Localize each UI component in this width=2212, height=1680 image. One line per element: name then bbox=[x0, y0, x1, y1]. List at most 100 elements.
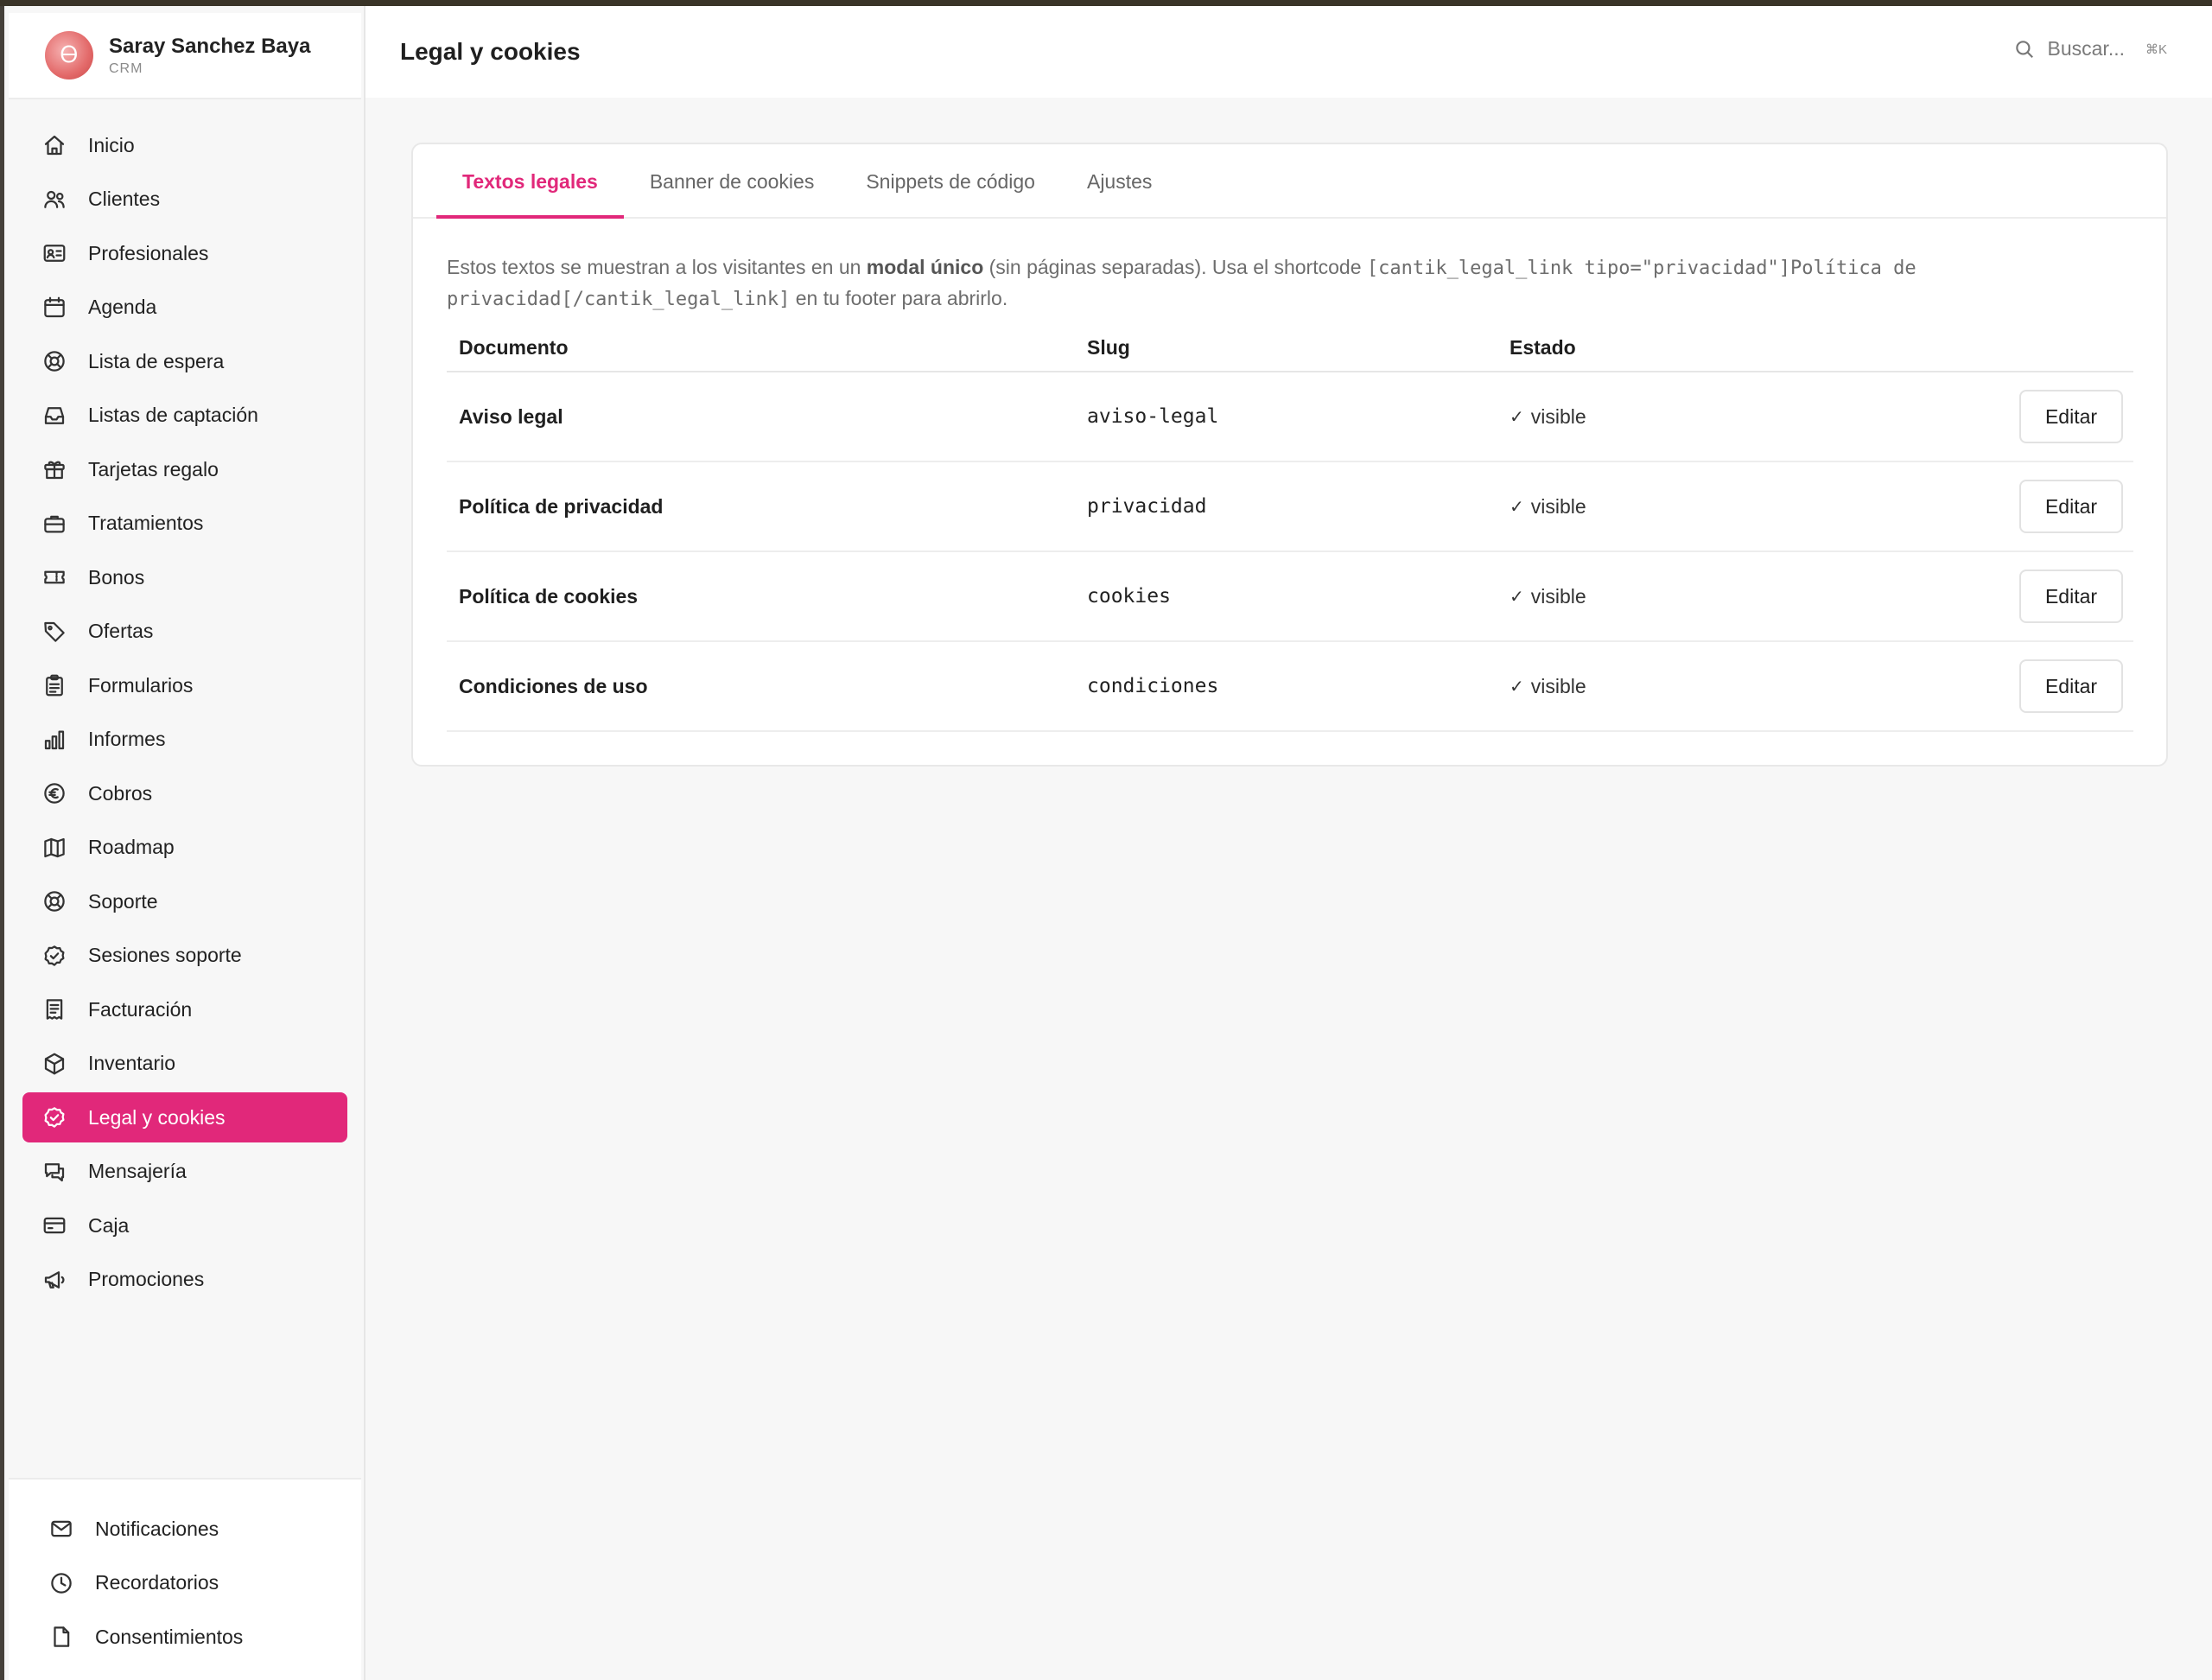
sidebar-item-label: Ofertas bbox=[88, 620, 154, 642]
sidebar-item-label: Legal y cookies bbox=[88, 1105, 226, 1129]
sidebar-item-consentimientos[interactable]: Consentimientos bbox=[9, 1612, 361, 1662]
sidebar-item-bonos[interactable]: Bonos bbox=[22, 552, 347, 602]
receipt-icon bbox=[40, 995, 69, 1024]
page-title: Legal y cookies bbox=[400, 38, 581, 65]
ticket-icon bbox=[40, 563, 69, 592]
sidebar-item-informes[interactable]: Informes bbox=[22, 715, 347, 765]
sidebar-item-label: Clientes bbox=[88, 188, 161, 210]
edit-button[interactable]: Editar bbox=[2019, 390, 2123, 443]
header-estado: Estado bbox=[1510, 335, 1576, 359]
check-icon: ✓ bbox=[1510, 407, 1524, 427]
profile-header[interactable]: Ꮎ Saray Sanchez Baya CRM bbox=[9, 13, 361, 99]
search-icon bbox=[2015, 40, 2033, 58]
sidebar-item-clientes[interactable]: Clientes bbox=[22, 175, 347, 225]
sidebar-item-label: Agenda bbox=[88, 296, 157, 318]
sidebar-item-label: Formularios bbox=[88, 673, 194, 697]
document-slug: cookies bbox=[1087, 585, 1171, 608]
sidebar-item-soporte[interactable]: Soporte bbox=[22, 876, 347, 926]
sidebar-item-cobros[interactable]: Cobros bbox=[22, 768, 347, 818]
box-icon bbox=[40, 1049, 69, 1079]
documents-table: Documento Slug Estado Aviso legal aviso-l… bbox=[447, 324, 2133, 732]
sidebar-item-notificaciones[interactable]: Notificaciones bbox=[9, 1504, 361, 1554]
chat-icon bbox=[40, 1157, 69, 1187]
document-name: Política de privacidad bbox=[459, 494, 664, 518]
sidebar-item-sesiones-soporte[interactable]: Sesiones soporte bbox=[22, 931, 347, 981]
sidebar-item-inicio[interactable]: Inicio bbox=[22, 120, 347, 170]
home-icon bbox=[40, 130, 69, 160]
sidebar-item-label: Inicio bbox=[88, 133, 135, 156]
status-text: visible bbox=[1530, 494, 1586, 518]
status-text: visible bbox=[1530, 674, 1586, 697]
sidebar-item-ofertas[interactable]: Ofertas bbox=[22, 607, 347, 657]
status-badge: ✓ visible bbox=[1510, 495, 1586, 519]
top-header: Legal y cookies Buscar... ⌘K bbox=[365, 6, 2212, 98]
description: Estos textos se muestran a los visitante… bbox=[447, 252, 2132, 315]
tab-ajustes[interactable]: Ajustes bbox=[1061, 144, 1178, 219]
tag-icon bbox=[40, 617, 69, 646]
edit-button[interactable]: Editar bbox=[2019, 570, 2123, 623]
sidebar-item-promociones[interactable]: Promociones bbox=[22, 1255, 347, 1305]
sidebar-item-mensajeria[interactable]: Mensajería bbox=[22, 1147, 347, 1197]
status-text: visible bbox=[1530, 584, 1586, 608]
id-card-icon bbox=[40, 239, 69, 268]
status-badge: ✓ visible bbox=[1510, 405, 1586, 429]
check-icon: ✓ bbox=[1510, 587, 1524, 607]
check-icon: ✓ bbox=[1510, 497, 1524, 517]
profile-subtitle: CRM bbox=[109, 60, 143, 76]
sidebar-item-profesionales[interactable]: Profesionales bbox=[22, 228, 347, 278]
sidebar-item-label: Mensajería bbox=[88, 1160, 187, 1182]
tab-snippets-de-codigo[interactable]: Snippets de código bbox=[840, 144, 1061, 219]
sidebar-item-roadmap[interactable]: Roadmap bbox=[22, 823, 347, 873]
sidebar-item-label: Promociones bbox=[88, 1268, 205, 1290]
tab-banner-de-cookies[interactable]: Banner de cookies bbox=[624, 144, 841, 219]
sidebar-item-listas-de-captacion[interactable]: Listas de captación bbox=[22, 391, 347, 441]
sidebar-item-formularios[interactable]: Formularios bbox=[22, 660, 347, 710]
edit-button[interactable]: Editar bbox=[2019, 659, 2123, 713]
map-icon bbox=[40, 833, 69, 862]
sidebar-item-agenda[interactable]: Agenda bbox=[22, 283, 347, 333]
sidebar-item-caja[interactable]: Caja bbox=[22, 1200, 347, 1250]
tab-bar: Textos legales Banner de cookies Snippets … bbox=[436, 144, 1178, 219]
sidebar-item-label: Informes bbox=[88, 728, 166, 750]
sidebar-item-tratamientos[interactable]: Tratamientos bbox=[22, 499, 347, 549]
header-documento: Documento bbox=[459, 335, 569, 359]
sidebar-item-recordatorios[interactable]: Recordatorios bbox=[9, 1558, 361, 1608]
table-row: Aviso legal aviso-legal ✓ visible Editar bbox=[447, 372, 2133, 462]
sidebar-item-label: Profesionales bbox=[88, 241, 209, 264]
sidebar-item-label: Caja bbox=[88, 1213, 130, 1237]
sidebar-item-lista-de-espera[interactable]: Lista de espera bbox=[22, 336, 347, 386]
search-box[interactable]: Buscar... ⌘K bbox=[2013, 37, 2167, 60]
lifebuoy-icon bbox=[40, 347, 69, 376]
sidebar-item-label: Tarjetas regalo bbox=[88, 457, 219, 480]
tab-textos-legales[interactable]: Textos legales bbox=[436, 144, 624, 219]
sidebar-item-facturacion[interactable]: Facturación bbox=[22, 984, 347, 1034]
document-slug: aviso-legal bbox=[1087, 405, 1219, 428]
table-body: Aviso legal aviso-legal ✓ visible Editar Polí… bbox=[447, 372, 2133, 732]
sidebar-item-inventario[interactable]: Inventario bbox=[22, 1039, 347, 1089]
sidebar-item-legal-y-cookies[interactable]: Legal y cookies bbox=[22, 1092, 347, 1142]
profile-name: Saray Sanchez Baya bbox=[109, 34, 311, 58]
badge-check-icon bbox=[40, 941, 69, 970]
edit-button[interactable]: Editar bbox=[2019, 480, 2123, 533]
sidebar-item-tarjetas-regalo[interactable]: Tarjetas regalo bbox=[22, 444, 347, 494]
sidebar-item-label: Listas de captación bbox=[88, 404, 258, 426]
mail-icon bbox=[47, 1514, 76, 1543]
profile-text: Saray Sanchez Baya CRM bbox=[109, 35, 310, 77]
credit-card-icon bbox=[40, 1211, 69, 1240]
file-icon bbox=[47, 1622, 76, 1651]
badge-check-icon bbox=[40, 1103, 69, 1132]
status-badge: ✓ visible bbox=[1510, 585, 1586, 608]
megaphone-icon bbox=[40, 1265, 69, 1295]
description-bold: modal único bbox=[866, 256, 984, 278]
sidebar-item-label: Consentimientos bbox=[95, 1625, 244, 1648]
sidebar-item-label: Soporte bbox=[88, 889, 158, 913]
table-row: Política de privacidad privacidad ✓ visible… bbox=[447, 462, 2133, 552]
check-icon: ✓ bbox=[1510, 677, 1524, 697]
sidebar-bottom-panel: Notificaciones Recordatorios Consentimient… bbox=[9, 1478, 361, 1680]
search-placeholder: Buscar... bbox=[2047, 37, 2125, 60]
document-slug: privacidad bbox=[1087, 495, 1207, 518]
table-header: Documento Slug Estado bbox=[447, 324, 2133, 372]
status-badge: ✓ visible bbox=[1510, 675, 1586, 698]
document-slug: condiciones bbox=[1087, 675, 1219, 697]
status-text: visible bbox=[1530, 404, 1586, 428]
